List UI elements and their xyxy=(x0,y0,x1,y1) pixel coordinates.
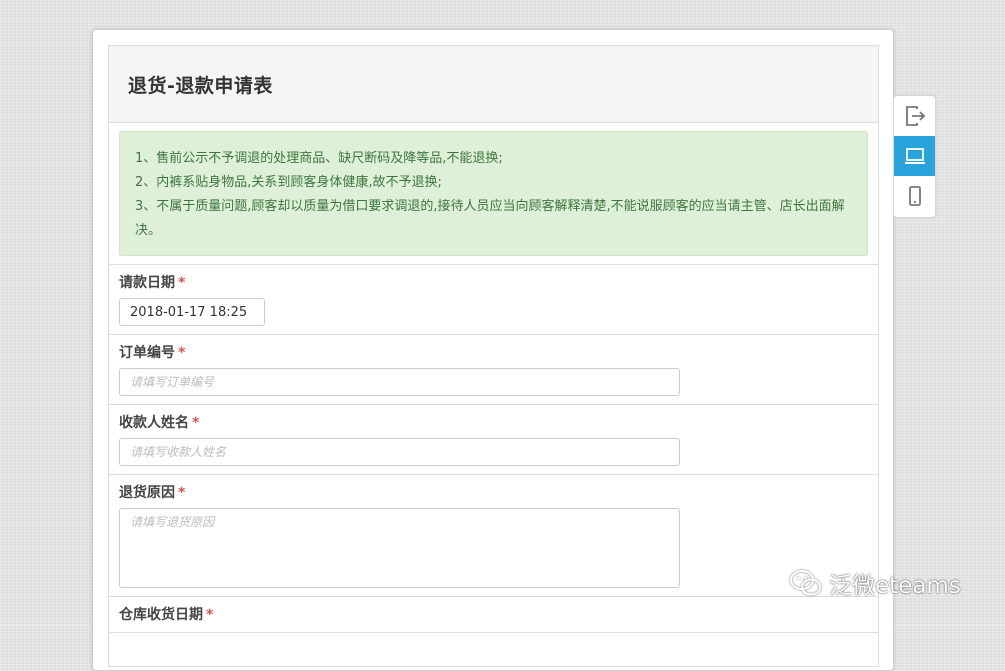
field-label: 请款日期 xyxy=(119,275,175,291)
request-date-input[interactable] xyxy=(119,298,265,326)
notice-line: 2、内裤系贴身物品,关系到顾客身体健康,故不予退换; xyxy=(135,175,442,190)
required-mark: * xyxy=(192,415,200,431)
required-mark: * xyxy=(206,607,214,623)
exit-button[interactable] xyxy=(894,96,935,136)
watermark-text: 泛微eteams xyxy=(829,573,961,599)
mobile-view-button[interactable] xyxy=(894,176,935,216)
watermark: 泛微eteams xyxy=(789,566,961,600)
required-mark: * xyxy=(178,485,186,501)
field-payee-name: 收款人姓名 * xyxy=(109,405,878,475)
field-label: 订单编号 xyxy=(119,345,175,361)
desktop-view-button[interactable] xyxy=(894,136,935,176)
payee-name-input[interactable] xyxy=(119,438,680,466)
required-mark: * xyxy=(178,275,186,291)
notice-line: 3、不属于质量问题,顾客却以质量为借口要求调退的,接待人员应当向顾客解释清楚,不… xyxy=(135,199,845,238)
view-toolbar xyxy=(893,95,936,218)
field-order-number: 订单编号 * xyxy=(109,335,878,405)
form-title: 退货-退款申请表 xyxy=(128,74,273,97)
desktop-icon xyxy=(904,148,925,164)
field-label: 退货原因 xyxy=(119,485,175,501)
notice-line: 1、售前公示不予调退的处理商品、缺尺断码及降等品,不能退换; xyxy=(135,151,503,166)
required-mark: * xyxy=(178,345,186,361)
field-return-reason: 退货原因 * xyxy=(109,475,878,597)
return-reason-textarea[interactable] xyxy=(119,508,680,588)
exit-icon xyxy=(905,106,925,126)
notice-box: 1、售前公示不予调退的处理商品、缺尺断码及降等品,不能退换; 2、内裤系贴身物品… xyxy=(119,131,868,256)
field-request-date: 请款日期 * xyxy=(109,265,878,335)
field-warehouse-date: 仓库收货日期 * xyxy=(109,597,878,633)
mobile-icon xyxy=(908,186,921,206)
field-label: 收款人姓名 xyxy=(119,415,189,431)
wechat-icon xyxy=(790,570,821,596)
order-number-input[interactable] xyxy=(119,368,680,396)
notice-section: 1、售前公示不予调退的处理商品、缺尺断码及降等品,不能退换; 2、内裤系贴身物品… xyxy=(109,123,878,265)
form-header: 退货-退款申请表 xyxy=(109,46,878,123)
form-panel: 退货-退款申请表 1、售前公示不予调退的处理商品、缺尺断码及降等品,不能退换; … xyxy=(108,45,879,667)
field-label: 仓库收货日期 xyxy=(119,607,203,623)
